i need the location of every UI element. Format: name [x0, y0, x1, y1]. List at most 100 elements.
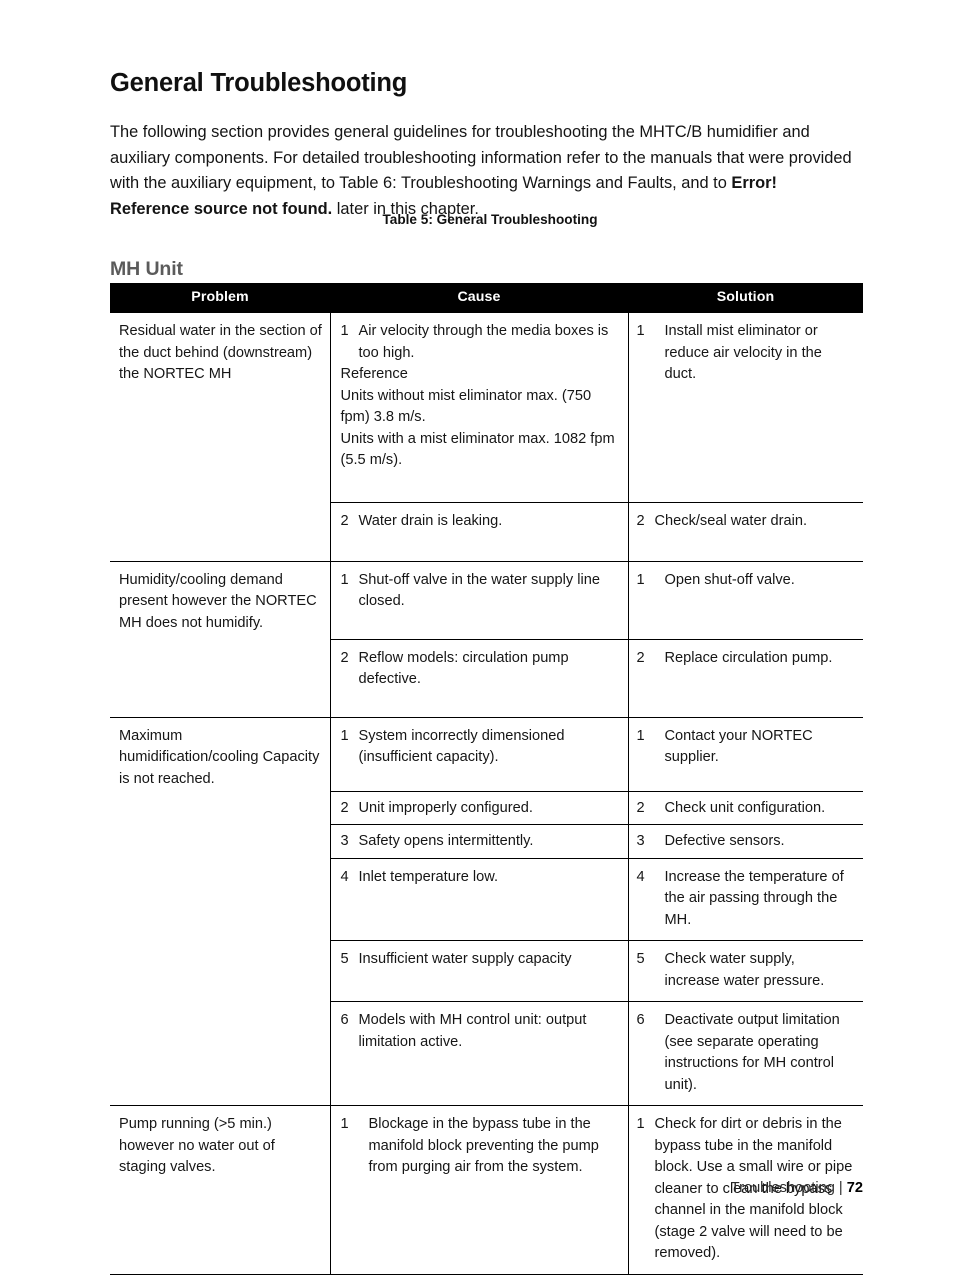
- solution-item: 5 Check water supply, increase water pre…: [637, 949, 854, 992]
- troubleshooting-table: Problem Cause Solution Residual water in…: [110, 283, 863, 1275]
- solution-text: Check water supply, increase water press…: [664, 951, 825, 989]
- solution-numbered-line: 6 Deactivate output limitation (see sepa…: [637, 1010, 854, 1096]
- table-row: Humidity/cooling demand present however …: [110, 560, 863, 717]
- cell-cause: 3 Safety opens intermittently.: [329, 824, 629, 858]
- cell-cause: 5 Insufficient water supply capacity: [329, 940, 629, 1002]
- cause-number: 1: [340, 1116, 349, 1132]
- solution-item: 4 Increase the temperature of the air pa…: [637, 867, 854, 932]
- table-header: Problem Cause Solution: [110, 283, 863, 313]
- solution-text: Defective sensors.: [664, 833, 785, 849]
- column-header-problem: Problem: [110, 283, 330, 313]
- solution-numbered-line: 2 Check/seal water drain.: [637, 511, 854, 533]
- cause-numbered-line: 1 Blockage in the bypass tube in the man…: [341, 1114, 618, 1179]
- cause-text: Inlet temperature low.: [358, 868, 499, 885]
- cause-text: Models with MH control unit: output limi…: [358, 1012, 587, 1050]
- cell-problem: Humidity/cooling demand present however …: [110, 560, 331, 717]
- problem-text: Maximum humidification/cooling Capacity …: [119, 727, 320, 787]
- solution-number: 6: [636, 1012, 645, 1028]
- cause-text: Water drain is leaking.: [358, 513, 503, 529]
- cell-solution: 1 Open shut-off valve.: [627, 560, 863, 639]
- problem-text: Humidity/cooling demand present however …: [119, 571, 317, 631]
- cell-solution: 2 Check/seal water drain.: [627, 502, 863, 561]
- cell-cause: 1 Shut-off valve in the water supply lin…: [329, 560, 629, 639]
- cause-numbered-line: 5 Insufficient water supply capacity: [341, 949, 618, 971]
- table-body: Residual water in the section of the duc…: [110, 312, 863, 1275]
- solution-number: 5: [636, 951, 645, 967]
- cell-solution: 6 Deactivate output limitation (see sepa…: [627, 1001, 863, 1106]
- solution-text: Increase the temperature of the air pass…: [664, 868, 844, 928]
- table-row: Residual water in the section of the duc…: [110, 312, 863, 561]
- column-header-cause: Cause: [330, 283, 628, 313]
- cause-item: 2 Reflow models: circulation pump defect…: [341, 648, 618, 691]
- cause-item: 2 Unit improperly configured.: [341, 798, 618, 820]
- table-caption: Table 5: General Troubleshooting: [382, 212, 598, 227]
- problem-text: Pump running (>5 min.) however no water …: [119, 1116, 275, 1175]
- cell-solution: 4 Increase the temperature of the air pa…: [627, 857, 863, 941]
- cause-item: 4 Inlet temperature low.: [341, 867, 618, 889]
- cause-extra-reference: Reference: [340, 366, 408, 382]
- solution-numbered-line: 3 Defective sensors.: [637, 831, 854, 853]
- cause-numbered-line: 2 Unit improperly configured.: [341, 798, 618, 820]
- solution-item: 1 Open shut-off valve.: [637, 570, 854, 592]
- cause-number: 2: [340, 799, 349, 816]
- solution-numbered-line: 2 Replace circulation pump.: [637, 648, 854, 670]
- solution-number: 4: [636, 868, 645, 885]
- cell-solution: 2 Replace circulation pump.: [627, 638, 863, 717]
- cause-numbered-line: 1 Shut-off valve in the water supply lin…: [341, 570, 618, 613]
- table-row: Maximum humidification/cooling Capacity …: [110, 716, 863, 1106]
- cause-item: 1 Blockage in the bypass tube in the man…: [341, 1114, 618, 1179]
- footer-page-number: 72: [846, 1180, 863, 1196]
- cell-solution: 3 Defective sensors.: [627, 824, 863, 858]
- solution-numbered-line: 1 Open shut-off valve.: [637, 570, 854, 592]
- cause-number: 1: [340, 727, 349, 744]
- cause-number: 5: [340, 951, 349, 967]
- cause-number: 1: [340, 571, 349, 588]
- cell-solution: 1 Contact your NORTEC supplier.: [627, 716, 863, 791]
- cell-problem: Residual water in the section of the duc…: [110, 312, 331, 561]
- cause-item: 1 Shut-off valve in the water supply lin…: [341, 570, 618, 613]
- cause-numbered-line: 2 Water drain is leaking.: [341, 511, 618, 533]
- troubleshooting-table-wrapper: Problem Cause Solution Residual water in…: [110, 283, 863, 1275]
- cause-text: Blockage in the bypass tube in the manif…: [368, 1116, 599, 1175]
- cell-solution: 1 Install mist eliminator or reduce air …: [627, 312, 863, 503]
- solution-text: Contact your NORTEC supplier.: [664, 727, 813, 766]
- cause-extra-without-eliminator: Units without mist eliminator max. (750 …: [340, 387, 592, 426]
- cause-item: 1 System incorrectly dimensioned (insuff…: [341, 726, 618, 769]
- solution-text: Open shut-off valve.: [664, 571, 795, 588]
- footer-chapter-label: Troubleshooting: [730, 1180, 835, 1196]
- solution-numbered-line: 4 Increase the temperature of the air pa…: [637, 867, 854, 932]
- page-title: General Troubleshooting: [110, 69, 408, 98]
- cause-number: 6: [340, 1012, 349, 1028]
- cell-solution: 2 Check unit configuration.: [627, 790, 863, 825]
- cause-item: 5 Insufficient water supply capacity: [341, 949, 618, 971]
- solution-text: Deactivate output limitation (see separa…: [664, 1012, 840, 1093]
- cell-cause: 2 Water drain is leaking.: [329, 502, 629, 561]
- solution-number: 1: [636, 727, 645, 744]
- cause-text: Unit improperly configured.: [358, 799, 533, 816]
- cause-text: Insufficient water supply capacity: [358, 951, 572, 967]
- cause-text: Safety opens intermittently.: [358, 833, 534, 849]
- solution-number: 2: [636, 649, 645, 666]
- solution-item: 3 Defective sensors.: [637, 831, 854, 853]
- solution-numbered-line: 2 Check unit configuration.: [637, 798, 854, 820]
- solution-item: 1 Install mist eliminator or reduce air …: [637, 321, 854, 386]
- cause-text: Air velocity through the media boxes is …: [358, 323, 609, 361]
- cell-cause: 2 Unit improperly configured.: [329, 790, 629, 825]
- page-footer: Troubleshooting | 72: [110, 1180, 863, 1196]
- footer-separator: |: [838, 1180, 843, 1196]
- document-page: General Troubleshooting The following se…: [0, 0, 954, 1275]
- cause-item: 1 Air velocity through the media boxes i…: [341, 321, 618, 364]
- cell-problem: Maximum humidification/cooling Capacity …: [110, 716, 331, 1106]
- solution-item: 2 Check/seal water drain.: [637, 511, 854, 533]
- cell-cause: 1 Air velocity through the media boxes i…: [329, 312, 629, 503]
- cell-cause: 2 Reflow models: circulation pump defect…: [329, 638, 629, 717]
- cell-cause: 6 Models with MH control unit: output li…: [329, 1001, 629, 1106]
- solution-item: 6 Deactivate output limitation (see sepa…: [637, 1010, 854, 1096]
- cause-text: Shut-off valve in the water supply line …: [358, 571, 600, 610]
- cause-extra-with-eliminator: Units with a mist eliminator max. 1082 f…: [340, 430, 615, 469]
- cause-text: Reflow models: circulation pump defectiv…: [358, 649, 569, 688]
- cause-numbered-line: 2 Reflow models: circulation pump defect…: [341, 648, 618, 691]
- cause-number: 4: [340, 868, 349, 885]
- solution-item: 2 Check unit configuration.: [637, 798, 854, 820]
- cell-solution: 5 Check water supply, increase water pre…: [627, 940, 863, 1002]
